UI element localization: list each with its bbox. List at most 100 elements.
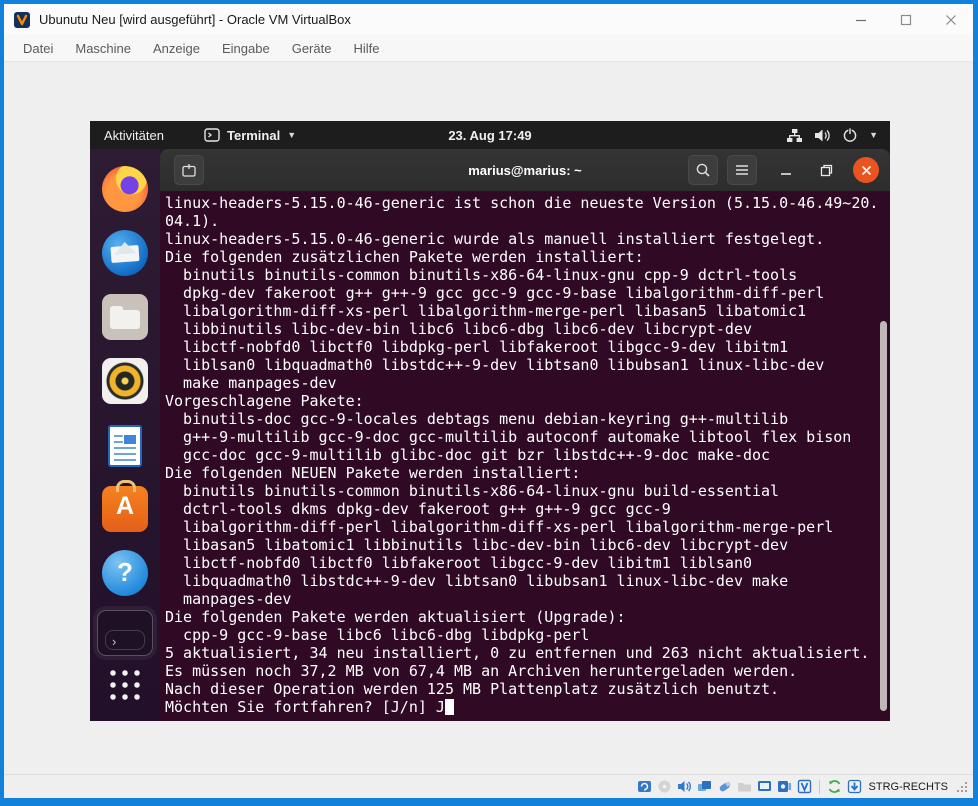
- maximize-button[interactable]: [883, 4, 928, 35]
- resize-grip[interactable]: [957, 782, 967, 792]
- search-icon: [695, 162, 711, 178]
- vbox-statusbar: STRG-RECHTS: [4, 774, 973, 798]
- minimize-icon: [780, 164, 792, 176]
- terminal-line: libctf-nobfd0 libctf0 libfakeroot libgcc…: [165, 554, 890, 572]
- vm-desktop: marius@marius: ~: [90, 149, 890, 721]
- recording-status-icon[interactable]: [776, 779, 793, 795]
- menu-button[interactable]: [727, 155, 757, 185]
- terminal-minimize-button[interactable]: [773, 157, 799, 183]
- audio-status-icon[interactable]: [676, 779, 693, 795]
- terminal-line: liblsan0 libquadmath0 libstdc++-9-dev li…: [165, 356, 890, 374]
- terminal-line: linux-headers-5.15.0-46-generic ist scho…: [165, 194, 890, 212]
- terminal-line: Die folgenden NEUEN Pakete werden instal…: [165, 464, 890, 482]
- terminal-line: libasan5 libatomic1 libbinutils libc-dev…: [165, 536, 890, 554]
- close-button[interactable]: [928, 4, 973, 35]
- terminal-line: Die folgenden Pakete werden aktualisiert…: [165, 608, 890, 626]
- power-icon: [842, 127, 858, 143]
- files-icon: [102, 294, 148, 340]
- text-cursor: [445, 699, 454, 715]
- system-tray[interactable]: ▼: [786, 127, 878, 143]
- gnome-topbar: Aktivitäten Terminal ▼ 23. Aug 17:49: [90, 121, 890, 149]
- terminal-line: linux-headers-5.15.0-46-generic wurde al…: [165, 230, 890, 248]
- terminal-icon: [204, 128, 220, 142]
- terminal-line: libctf-nobfd0 libctf0 libdpkg-perl libfa…: [165, 338, 890, 356]
- menu-item[interactable]: Maschine: [64, 36, 142, 61]
- maximize-icon: [900, 14, 912, 26]
- network-icon: [786, 128, 803, 143]
- terminal-lines: linux-headers-5.15.0-46-generic ist scho…: [165, 194, 890, 698]
- display-status-icon[interactable]: [756, 779, 773, 795]
- chevron-down-icon: ▼: [287, 130, 296, 140]
- dock-item-thunderbird[interactable]: [90, 221, 160, 285]
- dock-item-ubuntu-software[interactable]: [90, 477, 160, 541]
- prompt-text: Möchten Sie fortfahren? [J/n] J: [165, 698, 445, 716]
- restore-icon: [820, 164, 833, 177]
- usb-status-icon[interactable]: [716, 779, 733, 795]
- dock-item-help[interactable]: [90, 541, 160, 605]
- dock-item-terminal[interactable]: [90, 605, 160, 661]
- help-icon: [102, 550, 148, 596]
- terminal-header-controls: [688, 155, 890, 185]
- terminal-headerbar[interactable]: marius@marius: ~: [160, 149, 890, 191]
- terminal-line: dctrl-tools dkms dpkg-dev fakeroot g++ g…: [165, 500, 890, 518]
- terminal-line: manpages-dev: [165, 590, 890, 608]
- thunderbird-icon: [102, 230, 148, 276]
- terminal-line: libalgorithm-diff-xs-perl libalgorithm-m…: [165, 302, 890, 320]
- vbox-client-area: Aktivitäten Terminal ▼ 23. Aug 17:49: [4, 62, 973, 774]
- vbox-titlebar[interactable]: Ubunutu Neu [wird ausgeführt] - Oracle V…: [4, 4, 973, 35]
- terminal-line: Die folgenden zusätzlichen Pakete werden…: [165, 248, 890, 266]
- optical-disc-status-icon[interactable]: [656, 779, 673, 795]
- firefox-icon: [102, 166, 148, 212]
- terminal-restore-button[interactable]: [813, 157, 839, 183]
- app-menu-label: Terminal: [227, 128, 280, 143]
- shared-folders-status-icon[interactable]: [736, 779, 753, 795]
- menu-item[interactable]: Eingabe: [211, 36, 281, 61]
- minimize-button[interactable]: [838, 4, 883, 35]
- libreoffice-writer-icon: [108, 425, 142, 467]
- terminal-line: Nach dieser Operation werden 125 MB Plat…: [165, 680, 890, 698]
- terminal-line: binutils-doc gcc-9-locales debtags menu …: [165, 410, 890, 428]
- terminal-line: dpkg-dev fakeroot g++ g++-9 gcc gcc-9 gc…: [165, 284, 890, 302]
- menu-item[interactable]: Datei: [12, 36, 64, 61]
- hamburger-icon: [735, 164, 749, 176]
- chevron-down-icon: ▼: [869, 130, 878, 140]
- dock-item-libreoffice-writer[interactable]: [90, 413, 160, 477]
- virtualbox-app-icon: [13, 11, 31, 29]
- terminal-line: gcc-doc gcc-9-multilib glibc-doc git bzr…: [165, 446, 890, 464]
- statusbar-separator: [819, 780, 820, 794]
- menu-item[interactable]: Hilfe: [342, 36, 390, 61]
- vm-screen: Aktivitäten Terminal ▼ 23. Aug 17:49: [90, 121, 890, 721]
- dock-item-files[interactable]: [90, 285, 160, 349]
- hdd-status-icon[interactable]: [636, 779, 653, 795]
- virtualbox-window: Ubunutu Neu [wird ausgeführt] - Oracle V…: [4, 4, 973, 798]
- terminal-line: 04.1).: [165, 212, 890, 230]
- features-status-icon[interactable]: [796, 779, 813, 795]
- terminal-output[interactable]: linux-headers-5.15.0-46-generic ist scho…: [160, 191, 890, 721]
- host-key-state-icon[interactable]: [846, 779, 863, 795]
- search-button[interactable]: [688, 155, 718, 185]
- mouse-integration-status-icon[interactable]: [826, 779, 843, 795]
- terminal-line: libalgorithm-diff-perl libalgorithm-diff…: [165, 518, 890, 536]
- terminal-window: marius@marius: ~: [160, 149, 890, 721]
- host-key-label: STRG-RECHTS: [869, 781, 948, 793]
- terminal-line: libbinutils libc-dev-bin libc6 libc6-dbg…: [165, 320, 890, 338]
- focused-app-menu[interactable]: Terminal ▼: [204, 128, 296, 143]
- menu-item[interactable]: Anzeige: [142, 36, 211, 61]
- window-title: Ubunutu Neu [wird ausgeführt] - Oracle V…: [39, 12, 838, 27]
- minimize-icon: [855, 14, 867, 26]
- terminal-prompt-line: Möchten Sie fortfahren? [J/n] J: [165, 698, 890, 716]
- menu-item[interactable]: Geräte: [281, 36, 343, 61]
- show-applications-button[interactable]: [90, 661, 160, 709]
- activities-button[interactable]: Aktivitäten: [104, 128, 164, 143]
- terminal-line: binutils binutils-common binutils-x86-64…: [165, 482, 890, 500]
- terminal-scrollbar[interactable]: [880, 321, 887, 711]
- terminal-close-button[interactable]: [853, 157, 879, 183]
- network-status-icon[interactable]: [696, 779, 713, 795]
- dock-item-firefox[interactable]: [90, 157, 160, 221]
- terminal-app-icon: [98, 611, 152, 655]
- terminal-line: Vorgeschlagene Pakete:: [165, 392, 890, 410]
- ubuntu-software-icon: [102, 486, 148, 532]
- dock: [90, 149, 160, 721]
- new-tab-button[interactable]: [174, 155, 204, 185]
- dock-item-rhythmbox[interactable]: [90, 349, 160, 413]
